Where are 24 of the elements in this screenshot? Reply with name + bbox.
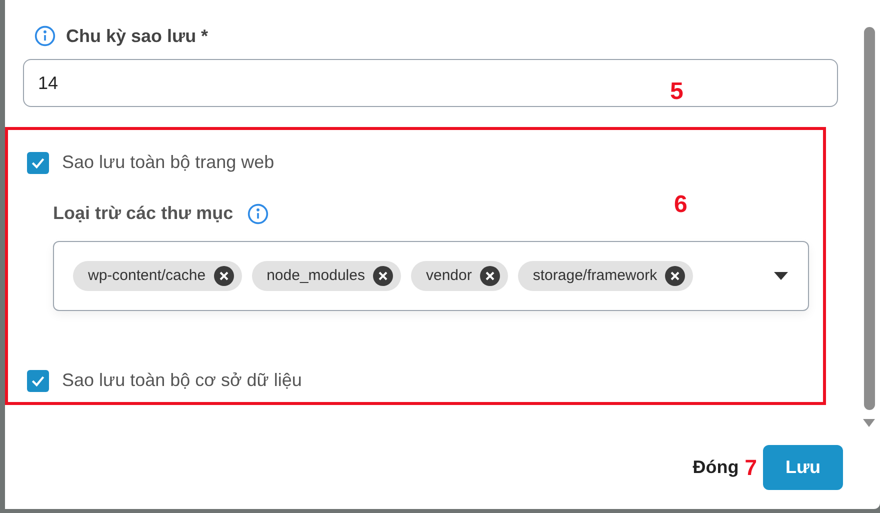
scrollbar-thumb[interactable]: [864, 27, 874, 410]
tag-chip: storage/framework: [518, 261, 694, 291]
field-label: Loại trừ các thư mục: [53, 202, 234, 225]
annotation-number: 6: [674, 190, 688, 220]
tag-chip: vendor: [411, 261, 508, 291]
scroll-down-icon[interactable]: [863, 419, 875, 427]
remove-icon[interactable]: [480, 266, 500, 286]
tag-chip: node_modules: [252, 261, 401, 291]
info-icon: [34, 25, 56, 47]
remove-icon[interactable]: [214, 266, 234, 286]
checkbox[interactable]: [27, 152, 49, 174]
remove-icon[interactable]: [373, 266, 393, 286]
close-link[interactable]: Đóng: [692, 454, 739, 481]
annotation-number: 7: [744, 454, 757, 482]
annotation-number: 5: [670, 77, 684, 107]
tag-chip: wp-content/cache: [73, 261, 242, 291]
caret-icon[interactable]: [774, 272, 788, 280]
checkbox-label: Sao lưu toàn bộ trang web: [62, 151, 274, 174]
field-label: Chu kỳ sao lưu *: [66, 24, 208, 48]
info-icon: [247, 202, 270, 224]
remove-icon[interactable]: [665, 266, 686, 286]
checkbox[interactable]: [27, 370, 49, 392]
multi-select-field[interactable]: wp-content/cache node_modules vendor storage/framework: [53, 241, 809, 311]
checkbox-label: Sao lưu toàn bộ cơ sở dữ liệu: [62, 369, 302, 392]
